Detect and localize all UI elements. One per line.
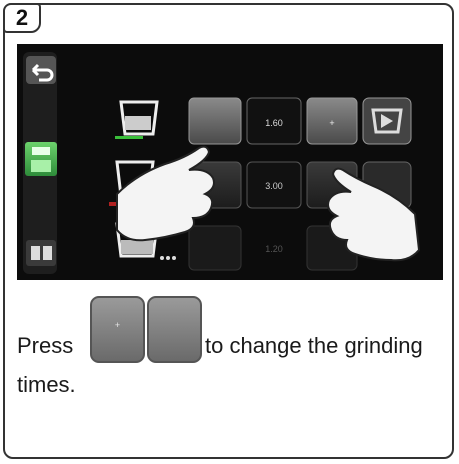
machine-display: 1.60 + 3.00 1.20 — [17, 44, 443, 280]
svg-text:+: + — [329, 118, 334, 128]
row3-time: 1.20 — [265, 244, 283, 254]
cup-icon — [115, 100, 159, 139]
step-number-badge: 2 — [3, 3, 41, 33]
row1-time: 1.60 — [265, 118, 283, 128]
back-icon[interactable] — [26, 56, 56, 84]
display-graphic: 1.60 + 3.00 1.20 — [23, 52, 421, 274]
minus-button-illustration — [147, 296, 202, 363]
plus-button-illustration: + — [90, 296, 145, 363]
menu-icon[interactable] — [26, 240, 56, 266]
instruction-text-after: to change the grinding — [205, 333, 423, 358]
row2-time: 3.00 — [265, 181, 283, 191]
instruction-text-line2: times. — [17, 372, 76, 397]
play-icon[interactable] — [362, 97, 412, 145]
instruction-text-before: Press — [17, 333, 74, 358]
save-icon[interactable] — [25, 142, 57, 176]
